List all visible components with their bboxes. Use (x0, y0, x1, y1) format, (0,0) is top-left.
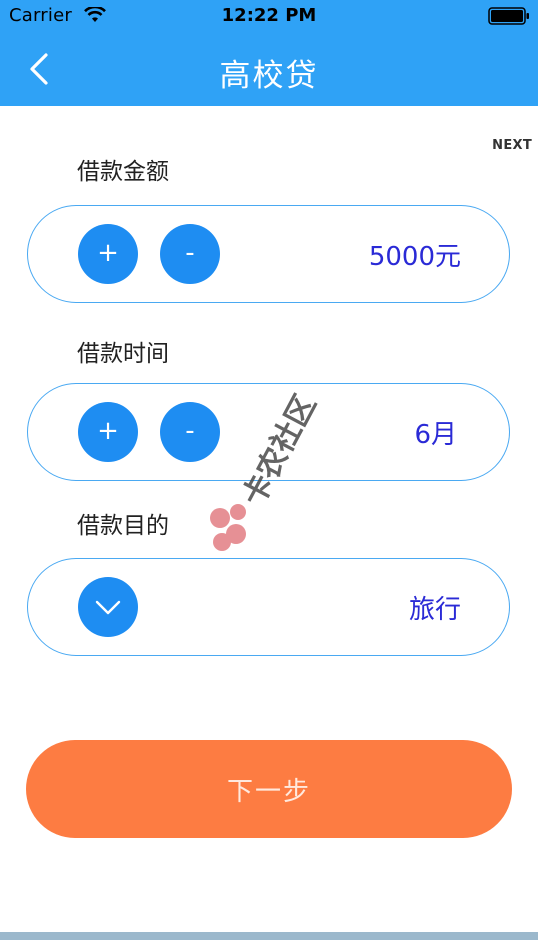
loan-term-label: 借款时间 (77, 341, 169, 367)
loan-term-stepper: + - 6月 (27, 383, 510, 481)
loan-purpose-select[interactable]: 旅行 (27, 558, 510, 656)
loan-amount-stepper: + - 5000元 (27, 205, 510, 303)
loan-amount-plus-button[interactable]: + (78, 224, 138, 284)
page-title: 高校贷 (219, 58, 319, 94)
loan-amount-value: 5000元 (368, 241, 461, 272)
next-step-button[interactable]: 下一步 (26, 740, 512, 838)
status-bar: Carrier 12:22 PM (0, 0, 538, 32)
loan-term-minus-button[interactable]: - (160, 402, 220, 462)
loan-amount-label: 借款金额 (77, 159, 169, 185)
loan-purpose-dropdown-button[interactable] (78, 577, 138, 637)
loan-term-value: 6月 (414, 419, 457, 450)
bottom-divider (0, 932, 538, 940)
next-link[interactable]: NEXT (492, 138, 532, 153)
battery-icon (488, 6, 530, 26)
loan-purpose-value: 旅行 (408, 594, 461, 625)
loan-purpose-label: 借款目的 (77, 513, 169, 539)
loan-term-plus-button[interactable]: + (78, 402, 138, 462)
status-time: 12:22 PM (221, 5, 317, 26)
loan-amount-minus-button[interactable]: - (160, 224, 220, 284)
